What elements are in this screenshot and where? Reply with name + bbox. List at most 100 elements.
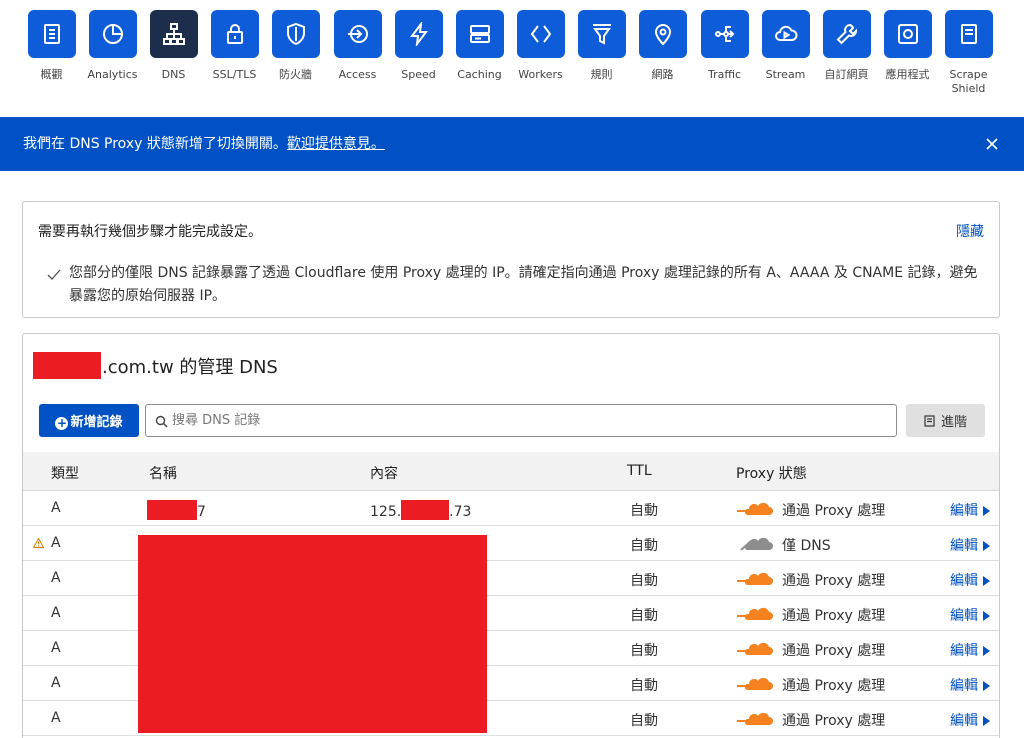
- record-content-suffix: .73: [449, 504, 472, 520]
- edit-label: 編輯: [950, 503, 978, 519]
- nav-item-apps[interactable]: 應用程式: [877, 10, 938, 82]
- nav-item-speed[interactable]: Speed: [388, 10, 449, 82]
- proxied-cloud-icon[interactable]: [737, 607, 773, 621]
- proxied-cloud-icon[interactable]: [737, 502, 773, 516]
- nav-label: Access: [338, 68, 377, 81]
- edit-link[interactable]: 編輯: [950, 710, 990, 730]
- caret-right-icon: [983, 506, 990, 516]
- nav-item-scrape-shield[interactable]: Scrape Shield: [938, 10, 999, 96]
- nav-item-rules[interactable]: 規則: [571, 10, 632, 82]
- caret-right-icon: [983, 716, 990, 726]
- nav-label: DNS: [161, 68, 186, 81]
- nav-item-analytics[interactable]: Analytics: [82, 10, 143, 82]
- proxied-cloud-icon[interactable]: [737, 677, 773, 691]
- column-ttl[interactable]: TTL: [627, 463, 652, 479]
- add-record-button[interactable]: + 新增記錄: [39, 404, 139, 437]
- proxy-status: 通過 Proxy 處理: [782, 503, 886, 519]
- nav-item-dns[interactable]: DNS: [143, 10, 204, 82]
- proxy-status: 通過 Proxy 處理: [782, 713, 886, 729]
- search-box[interactable]: [145, 404, 897, 437]
- cloud-play-icon: [761, 10, 810, 58]
- announcement-banner: 我們在 DNS Proxy 狀態新增了切換開關。歡迎提供意見。: [0, 117, 1024, 171]
- feedback-link[interactable]: 歡迎提供意見。: [287, 136, 385, 152]
- search-input[interactable]: [172, 405, 892, 436]
- record-content: 125. .73: [370, 500, 471, 520]
- banner-message: 我們在 DNS Proxy 狀態新增了切換開關。歡迎提供意見。: [23, 135, 385, 153]
- nav-item-custom-pages[interactable]: 自訂網頁: [816, 10, 877, 82]
- edit-link[interactable]: 編輯: [950, 535, 990, 555]
- funnel-icon: [577, 10, 626, 58]
- nav-label: 規則: [590, 68, 613, 81]
- proxied-cloud-icon[interactable]: [737, 572, 773, 586]
- nav-item-ssl-tls[interactable]: SSL/TLS: [204, 10, 265, 82]
- column-content[interactable]: 內容: [370, 463, 398, 483]
- nav-item-caching[interactable]: Caching: [449, 10, 510, 82]
- banner-text: 我們在 DNS Proxy 狀態新增了切換開關。: [23, 136, 287, 152]
- add-record-label: 新增記錄: [70, 415, 123, 430]
- proxy-status: 僅 DNS: [782, 538, 831, 554]
- search-icon: [155, 415, 168, 428]
- column-proxy[interactable]: Proxy 狀態: [736, 463, 807, 483]
- edit-link[interactable]: 編輯: [950, 640, 990, 660]
- edit-link[interactable]: 編輯: [950, 570, 990, 590]
- nav-item-access[interactable]: Access: [327, 10, 388, 82]
- workers-chevrons-icon: [516, 10, 565, 58]
- column-type[interactable]: 類型: [51, 463, 79, 483]
- document-icon: [924, 415, 935, 427]
- caret-right-icon: [983, 541, 990, 551]
- record-type: A: [51, 675, 61, 691]
- nav-label: 應用程式: [885, 68, 930, 81]
- table-header: 類型 名稱 內容 TTL Proxy 狀態: [23, 452, 999, 491]
- warning-icon: [33, 538, 44, 548]
- nav-item-overview[interactable]: 概觀: [21, 10, 82, 82]
- nav-label: Caching: [457, 68, 502, 81]
- clipboard-icon: [27, 10, 76, 58]
- nav-item-firewall[interactable]: 防火牆: [265, 10, 326, 82]
- advanced-button[interactable]: 進階: [906, 404, 985, 437]
- advanced-label: 進階: [940, 415, 967, 430]
- record-type: A: [51, 640, 61, 656]
- pie-chart-icon: [88, 10, 137, 58]
- record-name-suffix: 7: [197, 504, 206, 520]
- record-type: A: [51, 500, 61, 516]
- setup-title: 需要再執行幾個步驟才能完成設定。: [38, 224, 262, 240]
- edit-label: 編輯: [950, 643, 978, 659]
- document-icon: [944, 10, 993, 58]
- nav-label: Workers: [518, 68, 563, 81]
- record-ttl: 自動: [630, 713, 658, 729]
- edit-label: 編輯: [950, 678, 978, 694]
- lock-icon: [210, 10, 259, 58]
- location-pin-icon: [638, 10, 687, 58]
- record-ttl: 自動: [630, 573, 658, 589]
- redacted-content: [401, 500, 450, 520]
- nav-label: 網路: [651, 68, 674, 81]
- table-row[interactable]: A 7 125. .73 自動 通過 Proxy 處理 編輯: [23, 491, 999, 526]
- edit-link[interactable]: 編輯: [950, 500, 990, 520]
- nav-label: SSL/TLS: [212, 68, 257, 81]
- redacted-records-block: [138, 535, 487, 733]
- close-icon[interactable]: [982, 134, 1002, 154]
- proxied-cloud-icon[interactable]: [737, 642, 773, 656]
- nav-item-stream[interactable]: Stream: [755, 10, 816, 82]
- proxied-cloud-icon[interactable]: [737, 712, 773, 726]
- hide-link[interactable]: 隱藏: [956, 221, 984, 241]
- nav-item-workers[interactable]: Workers: [510, 10, 571, 82]
- nav-item-traffic[interactable]: Traffic: [694, 10, 755, 82]
- dns-title-text: .com.tw 的管理 DNS: [102, 357, 278, 378]
- edit-link[interactable]: 編輯: [950, 675, 990, 695]
- record-ttl: 自動: [630, 678, 658, 694]
- caret-right-icon: [983, 576, 990, 586]
- nav-label: 概觀: [40, 68, 63, 81]
- redacted-name: [147, 500, 197, 520]
- nav-label: Stream: [765, 68, 806, 81]
- record-name: 7: [147, 500, 206, 520]
- nav-item-network[interactable]: 網路: [632, 10, 693, 82]
- proxy-status: 通過 Proxy 處理: [782, 678, 886, 694]
- edit-link[interactable]: 編輯: [950, 605, 990, 625]
- caret-right-icon: [983, 611, 990, 621]
- proxy-status: 通過 Proxy 處理: [782, 643, 886, 659]
- dns-only-cloud-icon[interactable]: [737, 537, 773, 551]
- lightning-icon: [394, 10, 443, 58]
- record-type: A: [51, 570, 61, 586]
- column-name[interactable]: 名稱: [149, 463, 177, 483]
